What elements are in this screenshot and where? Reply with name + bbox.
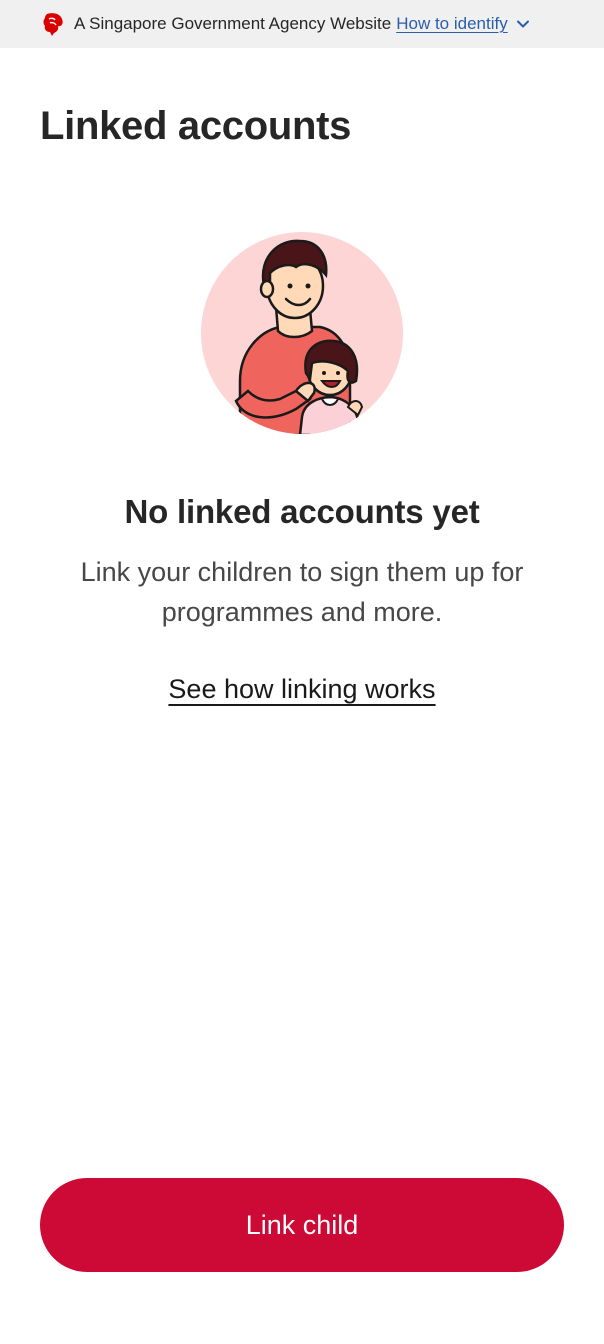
page-title: Linked accounts: [40, 104, 352, 148]
parent-and-child-illustration: [200, 231, 404, 435]
empty-state-description: Link your children to sign them up for p…: [80, 557, 524, 627]
masthead-text: A Singapore Government Agency Website: [74, 14, 392, 33]
see-how-linking-works-link[interactable]: See how linking works: [168, 674, 435, 704]
empty-state-title: No linked accounts yet: [124, 493, 480, 530]
gov-masthead: A Singapore Government Agency Website Ho…: [0, 0, 604, 48]
chevron-down-icon[interactable]: [516, 17, 530, 31]
lion-head-icon: [40, 11, 66, 37]
how-to-identify-link[interactable]: How to identify: [396, 14, 508, 34]
link-child-button[interactable]: Link child: [40, 1178, 564, 1272]
how-linking-works-container: See how linking works: [0, 674, 604, 705]
